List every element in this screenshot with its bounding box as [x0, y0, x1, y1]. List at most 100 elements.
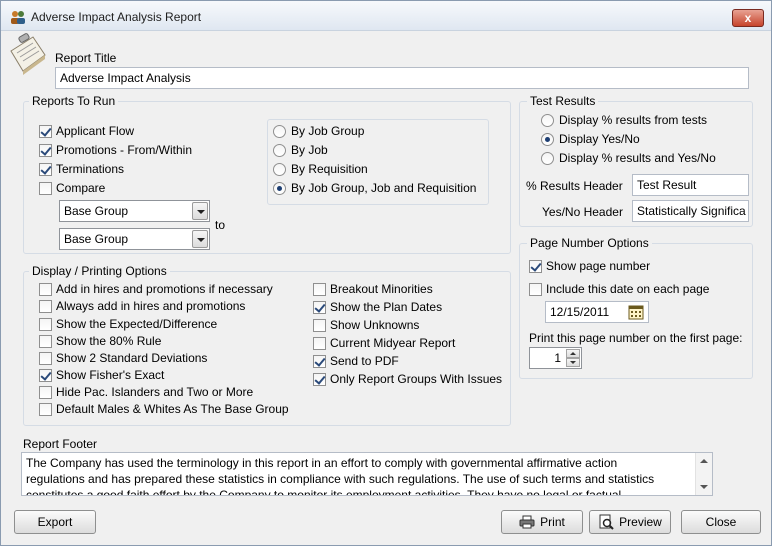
show-page-number-checkbox[interactable]: Show page number	[529, 259, 650, 273]
checkbox-box[interactable]	[313, 354, 326, 368]
footer-scrollbar[interactable]	[695, 453, 712, 495]
radio-label: By Job Group, Job and Requisition	[291, 181, 477, 195]
radio-by-requisition[interactable]: By Requisition	[273, 162, 368, 176]
print-button-label: Print	[540, 515, 565, 529]
radio-circle[interactable]	[541, 151, 554, 165]
compare-group-select-1[interactable]: Base Group	[59, 200, 210, 222]
stepper-value: 1	[554, 351, 561, 365]
close-button[interactable]: Close	[681, 510, 761, 534]
include-date-checkbox[interactable]: Include this date on each page	[529, 282, 709, 296]
checkbox-box[interactable]	[313, 282, 326, 296]
current-midyear-checkbox[interactable]: Current Midyear Report	[313, 336, 455, 350]
print-button[interactable]: Print	[501, 510, 583, 534]
applicant-flow-checkbox[interactable]: Applicant Flow	[39, 124, 134, 138]
footer-line: constitutes a good faith effort by the C…	[26, 488, 622, 496]
preview-button[interactable]: Preview	[589, 510, 671, 534]
promotions-checkbox[interactable]: Promotions - From/Within	[39, 143, 192, 157]
radio-circle[interactable]	[273, 181, 286, 195]
checkbox-box[interactable]	[39, 282, 52, 296]
checkbox-box[interactable]	[39, 351, 52, 365]
always-add-hires-checkbox[interactable]: Always add in hires and promotions	[39, 299, 245, 313]
first-page-number-stepper[interactable]: 1	[529, 347, 582, 369]
radio-display-yes-no[interactable]: Display Yes/No	[541, 132, 640, 146]
calendar-icon[interactable]	[628, 304, 644, 320]
radio-by-job[interactable]: By Job	[273, 143, 328, 157]
radio-circle[interactable]	[541, 113, 554, 127]
pct-results-header-input[interactable]: Test Result	[632, 174, 749, 196]
radio-circle[interactable]	[273, 143, 286, 157]
report-footer-textarea[interactable]: The Company has used the terminology in …	[21, 452, 713, 496]
breakout-minorities-checkbox[interactable]: Breakout Minorities	[313, 282, 433, 296]
checkbox-label: Show page number	[546, 259, 651, 273]
show-expected-difference-checkbox[interactable]: Show the Expected/Difference	[39, 317, 217, 331]
radio-display-pct-and-yes-no[interactable]: Display % results and Yes/No	[541, 151, 716, 165]
app-icon	[11, 11, 25, 24]
checkbox-label: Compare	[56, 181, 106, 195]
report-title-input[interactable]: Adverse Impact Analysis	[55, 67, 749, 89]
radio-label: Display % results and Yes/No	[559, 151, 716, 165]
radio-display-pct-results[interactable]: Display % results from tests	[541, 113, 707, 127]
page-number-label: Page Number Options	[527, 236, 652, 250]
yes-no-header-input[interactable]: Statistically Significa	[632, 200, 749, 222]
title-bar: Adverse Impact Analysis Report x	[1, 1, 771, 31]
scroll-up-icon[interactable]	[700, 459, 708, 463]
radio-circle[interactable]	[273, 162, 286, 176]
checkbox-label: Default Males & Whites As The Base Group	[56, 402, 289, 416]
checkbox-box[interactable]	[39, 368, 52, 382]
radio-circle[interactable]	[273, 124, 286, 138]
radio-circle[interactable]	[541, 132, 554, 146]
checkbox-label: Breakout Minorities	[330, 282, 433, 296]
checkbox-label: Show 2 Standard Deviations	[56, 351, 208, 365]
checkbox-box[interactable]	[313, 318, 326, 332]
checkbox-box[interactable]	[39, 385, 52, 399]
show-unknowns-checkbox[interactable]: Show Unknowns	[313, 318, 419, 332]
display-options-label: Display / Printing Options	[29, 264, 170, 278]
preview-button-label: Preview	[619, 515, 662, 529]
checkbox-box[interactable]	[39, 181, 52, 195]
select-value: Base Group	[64, 232, 129, 246]
checkbox-label: Send to PDF	[330, 354, 399, 368]
show-80-rule-checkbox[interactable]: Show the 80% Rule	[39, 334, 161, 348]
export-button[interactable]: Export	[14, 510, 96, 534]
show-fishers-exact-checkbox[interactable]: Show Fisher's Exact	[39, 368, 164, 382]
send-to-pdf-checkbox[interactable]: Send to PDF	[313, 354, 399, 368]
checkbox-box[interactable]	[313, 336, 326, 350]
radio-by-job-group[interactable]: By Job Group	[273, 124, 364, 138]
checkbox-box[interactable]	[39, 143, 52, 157]
radio-label: By Requisition	[291, 162, 368, 176]
checkbox-box[interactable]	[529, 282, 542, 296]
close-button-label: Close	[705, 515, 737, 529]
scroll-down-icon[interactable]	[700, 485, 708, 489]
checkbox-box[interactable]	[39, 402, 52, 416]
pct-results-header-label: % Results Header	[526, 179, 623, 193]
checkbox-label: Applicant Flow	[56, 124, 135, 138]
compare-group-select-2[interactable]: Base Group	[59, 228, 210, 250]
checkbox-box[interactable]	[39, 299, 52, 313]
checkbox-box[interactable]	[313, 300, 326, 314]
chevron-down-icon[interactable]	[192, 230, 208, 248]
radio-label: By Job Group	[291, 124, 365, 138]
checkbox-box[interactable]	[529, 259, 542, 273]
checkbox-box[interactable]	[39, 317, 52, 331]
terminations-checkbox[interactable]: Terminations	[39, 162, 124, 176]
checkbox-box[interactable]	[39, 334, 52, 348]
compare-checkbox[interactable]: Compare	[39, 181, 105, 195]
default-base-group-checkbox[interactable]: Default Males & Whites As The Base Group	[39, 402, 289, 416]
export-button-label: Export	[37, 515, 73, 529]
checkbox-label: Always add in hires and promotions	[56, 299, 246, 313]
chevron-down-icon[interactable]	[192, 202, 208, 220]
checkbox-box[interactable]	[313, 372, 326, 386]
stepper-down-icon[interactable]	[566, 358, 580, 367]
add-hires-if-necessary-checkbox[interactable]: Add in hires and promotions if necessary	[39, 282, 273, 296]
checkbox-box[interactable]	[39, 162, 52, 176]
radio-by-job-group-job-requisition[interactable]: By Job Group, Job and Requisition	[273, 181, 476, 195]
hide-pac-islanders-checkbox[interactable]: Hide Pac. Islanders and Two or More	[39, 385, 253, 399]
checkbox-box[interactable]	[39, 124, 52, 138]
show-plan-dates-checkbox[interactable]: Show the Plan Dates	[313, 300, 442, 314]
magnifier-icon	[599, 514, 614, 530]
only-groups-with-issues-checkbox[interactable]: Only Report Groups With Issues	[313, 372, 502, 386]
stepper-up-icon[interactable]	[566, 349, 580, 358]
show-2-std-dev-checkbox[interactable]: Show 2 Standard Deviations	[39, 351, 207, 365]
footer-line: The Company has used the terminology in …	[26, 456, 618, 470]
close-window-button[interactable]: x	[732, 9, 764, 27]
